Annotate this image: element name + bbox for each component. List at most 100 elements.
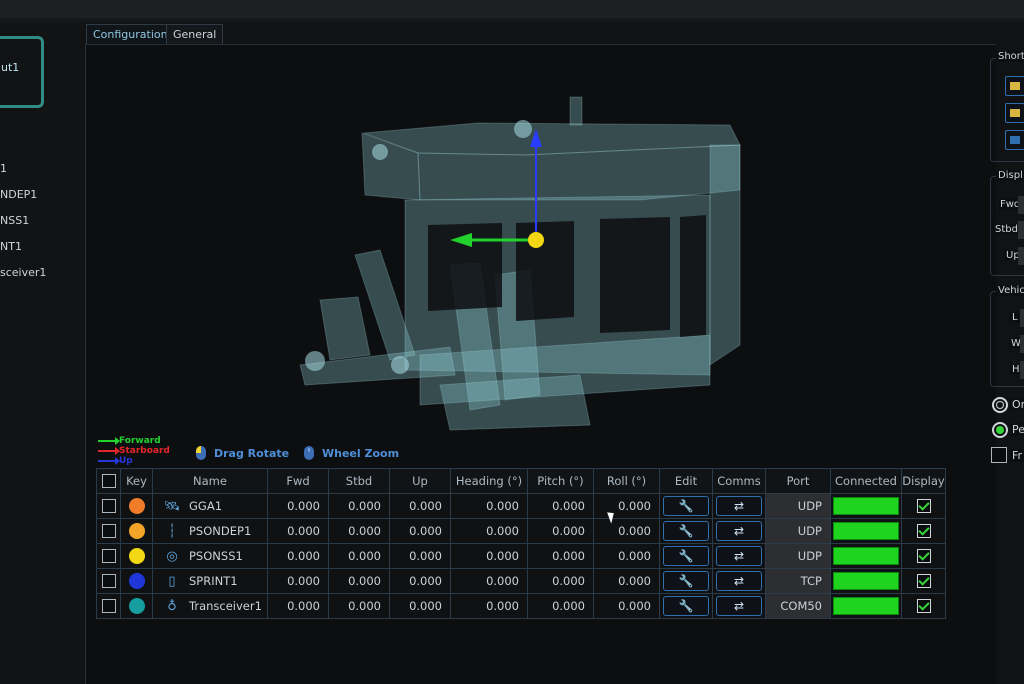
stbd-cell[interactable]: 0.000 [328,543,390,569]
tree-item-psonss[interactable]: NSS1 [0,214,29,227]
comms-button[interactable]: ⇄ [716,571,762,591]
display-checkbox[interactable] [916,499,931,514]
perspective-radio[interactable] [992,422,1008,438]
devices-table: Key Name Fwd Stbd Up Heading (°) Pitch (… [96,468,946,619]
pitch-cell[interactable]: 0.000 [527,568,594,594]
display-checkbox[interactable] [916,549,931,564]
fwd-cell[interactable]: 0.000 [267,518,329,544]
heading-cell[interactable]: 0.000 [450,518,528,544]
vehicle-height-input[interactable] [1020,361,1024,379]
comms-button[interactable]: ⇄ [716,521,762,541]
table-row[interactable]: ◎ PSONSS1 0.000 0.000 0.000 0.000 0.000 0… [96,543,946,569]
perspective-label: Pe [1010,423,1024,436]
wrench-icon: 🔧 [678,549,694,563]
tab-configuration[interactable]: Configuration [86,24,175,46]
select-all-checkbox[interactable] [101,474,116,489]
vehicle-length-input[interactable] [1020,309,1024,327]
wrench-icon: 🔧 [678,574,694,588]
col-name[interactable]: Name [152,468,268,494]
heading-cell[interactable]: 0.000 [450,493,528,519]
row-select-cell[interactable] [96,518,121,544]
display-checkbox[interactable] [916,524,931,539]
vehicle-3d-viewer[interactable] [240,85,760,435]
title-bar [0,0,1024,19]
stbd-cell[interactable]: 0.000 [328,568,390,594]
up-cell[interactable]: 0.000 [389,568,451,594]
fwd-cell[interactable]: 0.000 [267,543,329,569]
free-camera-checkbox[interactable] [991,447,1007,463]
tab-general[interactable]: General [166,24,224,46]
display-cell[interactable] [901,518,946,544]
comms-button[interactable]: ⇄ [716,546,762,566]
tree-item-transceiver[interactable]: sceiver1 [0,266,46,279]
table-row[interactable]: ┆ PSONDEP1 0.000 0.000 0.000 0.000 0.000 … [96,518,946,544]
roll-cell[interactable]: 0.000 [593,543,660,569]
up-cell[interactable]: 0.000 [389,518,451,544]
heading-cell[interactable]: 0.000 [450,593,528,619]
comms-button[interactable]: ⇄ [716,596,762,616]
display-up-input[interactable] [1018,247,1024,265]
connected-indicator [833,522,899,540]
pitch-cell[interactable]: 0.000 [527,543,594,569]
roll-cell[interactable]: 0.000 [593,593,660,619]
comms-button[interactable]: ⇄ [716,496,762,516]
exchange-arrows-icon: ⇄ [733,574,745,588]
stbd-cell[interactable]: 0.000 [328,493,390,519]
row-select-checkbox[interactable] [101,524,116,539]
display-cell[interactable] [901,568,946,594]
pitch-cell[interactable]: 0.000 [527,493,594,519]
row-select-cell[interactable] [96,543,121,569]
stbd-cell[interactable]: 0.000 [328,593,390,619]
row-select-checkbox[interactable] [101,499,116,514]
stbd-cell[interactable]: 0.000 [328,518,390,544]
display-cell[interactable] [901,593,946,619]
pitch-cell[interactable]: 0.000 [527,518,594,544]
vehicle-width-input[interactable] [1020,335,1024,353]
select-all-header[interactable] [96,468,121,494]
row-select-cell[interactable] [96,593,121,619]
ins-cylinder-icon: ▯ [168,573,176,589]
row-select-checkbox[interactable] [101,574,116,589]
edit-button[interactable]: 🔧 [663,571,709,591]
edit-button[interactable]: 🔧 [663,521,709,541]
display-stbd-input[interactable] [1018,221,1024,239]
edit-cell: 🔧 [659,518,713,544]
folder-shortcut-button[interactable] [1005,76,1024,96]
orthographic-radio[interactable] [992,397,1008,413]
selected-vehicle-label: ut1 [1,61,20,74]
fwd-cell[interactable]: 0.000 [267,568,329,594]
roll-cell[interactable]: 0.000 [593,568,660,594]
fwd-cell[interactable]: 0.000 [267,493,329,519]
row-select-cell[interactable] [96,568,121,594]
display-checkbox[interactable] [916,574,931,589]
fwd-cell[interactable]: 0.000 [267,593,329,619]
display-cell[interactable] [901,493,946,519]
roll-cell[interactable]: 0.000 [593,518,660,544]
frame-window-3 [600,217,670,333]
heading-cell[interactable]: 0.000 [450,543,528,569]
table-row[interactable]: 🛰 GGA1 0.000 0.000 0.000 0.000 0.000 0.00… [96,493,946,519]
display-checkbox[interactable] [916,599,931,614]
roll-cell[interactable]: 0.000 [593,493,660,519]
pitch-cell[interactable]: 0.000 [527,593,594,619]
tree-item-psondep[interactable]: NDEP1 [0,188,37,201]
up-cell[interactable]: 0.000 [389,543,451,569]
heading-cell[interactable]: 0.000 [450,568,528,594]
cube-shortcut-button[interactable] [1005,130,1024,150]
tree-item-gga[interactable]: 1 [0,162,7,175]
row-select-cell[interactable] [96,493,121,519]
row-select-checkbox[interactable] [101,549,116,564]
edit-button[interactable]: 🔧 [663,546,709,566]
up-cell[interactable]: 0.000 [389,593,451,619]
edit-button[interactable]: 🔧 [663,596,709,616]
display-fwd-input[interactable] [1018,196,1024,214]
up-cell[interactable]: 0.000 [389,493,451,519]
display-cell[interactable] [901,543,946,569]
table-row[interactable]: ♁ Transceiver1 0.000 0.000 0.000 0.000 0.… [96,593,946,619]
row-select-checkbox[interactable] [101,599,116,614]
tree-item-sprint[interactable]: NT1 [0,240,22,253]
selected-vehicle-item[interactable]: ut1 [0,36,44,108]
table-row[interactable]: ▯ SPRINT1 0.000 0.000 0.000 0.000 0.000 0… [96,568,946,594]
view-shortcut-button[interactable] [1005,103,1024,123]
edit-button[interactable]: 🔧 [663,496,709,516]
